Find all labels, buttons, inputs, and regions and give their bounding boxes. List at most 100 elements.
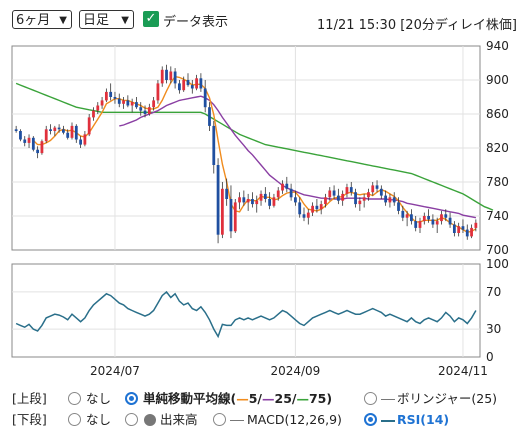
candle-body (367, 192, 370, 198)
bollinger-label[interactable]: ボリンジャー(25) (397, 389, 497, 409)
candle-body (49, 129, 52, 131)
candle-body (208, 107, 211, 126)
candle-body (122, 100, 125, 104)
macd-label[interactable]: MACD(12,26,9) (247, 410, 342, 430)
candle (315, 199, 319, 213)
upper-none-label[interactable]: なし (86, 389, 111, 409)
candle-body (242, 197, 246, 203)
candle (104, 88, 108, 103)
chevron-down-icon: ▼ (121, 15, 129, 26)
candle-body (298, 202, 302, 215)
volume-label[interactable]: 出来高 (160, 410, 198, 430)
lower-pane-controls: [下段] なし 出来高 MACD(12,26,9) RSI(14) (0, 410, 525, 430)
candle-body (431, 219, 435, 225)
rsi-radio[interactable] (364, 413, 377, 426)
lower-pane-label: [下段] (12, 412, 47, 427)
candle-body (182, 80, 186, 91)
candle (178, 80, 181, 94)
candle-body (379, 188, 383, 196)
candle-body (203, 88, 207, 108)
candle-body (328, 190, 332, 198)
period-select[interactable]: 6ヶ月 ▼ (12, 10, 72, 29)
candle (242, 190, 246, 206)
candle-body (427, 216, 430, 220)
candle-body (384, 195, 388, 203)
candle-body (36, 149, 40, 154)
candle (452, 221, 456, 237)
bollinger-radio[interactable] (364, 392, 377, 405)
candle (311, 202, 314, 216)
candle (255, 195, 259, 213)
candle (169, 66, 173, 84)
candle (23, 136, 27, 147)
chart-grid (11, 45, 481, 358)
candle-body (165, 69, 168, 80)
candle (109, 83, 113, 101)
show-data-checkbox[interactable]: ✓ (143, 11, 159, 27)
candle-body (27, 137, 31, 143)
candle-body (44, 129, 48, 142)
candle (328, 187, 332, 201)
candle-body (285, 183, 289, 189)
candle (117, 93, 121, 108)
candle-body (31, 137, 35, 150)
candle (190, 80, 194, 94)
candle-body (220, 188, 224, 235)
lower-none-radio[interactable] (68, 413, 81, 426)
candle (96, 102, 100, 114)
candle (139, 102, 143, 116)
candle-body (332, 190, 336, 196)
chart-axes: 700 740 780 820 860 900 940 0 30 70 100 2024/07 2024… (90, 39, 509, 378)
candle-body (448, 217, 452, 225)
show-data-label[interactable]: データ表示 (163, 11, 228, 30)
candle (422, 212, 426, 225)
candle (319, 200, 323, 215)
candle-body (392, 197, 396, 203)
candle-body (74, 125, 78, 140)
candle (465, 224, 469, 240)
candle-body (212, 125, 216, 165)
candle (14, 125, 18, 133)
candle-body (79, 139, 82, 145)
candle (49, 124, 52, 135)
candle-body (422, 216, 426, 222)
candle (354, 188, 357, 208)
rsi-label[interactable]: RSI(14) (397, 410, 449, 430)
candle-body (474, 222, 478, 228)
lower-none-label[interactable]: なし (86, 410, 111, 430)
candle-body (306, 212, 310, 218)
candle-body (130, 102, 134, 106)
sma-legend[interactable]: 単純移動平均線(—5/—25/—75) (143, 389, 332, 409)
candle (345, 183, 349, 198)
candle (324, 193, 327, 208)
candle-body (70, 125, 74, 138)
candle (53, 125, 57, 137)
sma5-legend-line: — (236, 391, 249, 406)
candle (44, 125, 48, 143)
candle-body (117, 98, 121, 104)
candle (410, 209, 413, 225)
macd-radio[interactable] (213, 413, 226, 426)
candle (379, 185, 383, 199)
candle-body (14, 129, 18, 131)
candle-body (371, 185, 375, 193)
candle (246, 193, 250, 211)
interval-select[interactable]: 日足 ▼ (79, 10, 134, 29)
candle (92, 107, 95, 121)
sma-radio[interactable] (125, 392, 138, 405)
candle-body (414, 221, 418, 228)
upper-none-radio[interactable] (68, 392, 81, 405)
candle-body (156, 83, 160, 101)
candle (263, 187, 267, 203)
candle-body (40, 141, 44, 154)
candle-body (143, 110, 147, 114)
volume-radio[interactable] (125, 413, 138, 426)
candle (100, 97, 104, 109)
chevron-down-icon: ▼ (59, 15, 67, 26)
candle (388, 193, 392, 208)
candle (57, 124, 61, 133)
price-tick-label: 860 (486, 107, 509, 121)
candle-body (126, 100, 130, 106)
candle-body (57, 127, 61, 130)
candle-body (349, 187, 353, 193)
